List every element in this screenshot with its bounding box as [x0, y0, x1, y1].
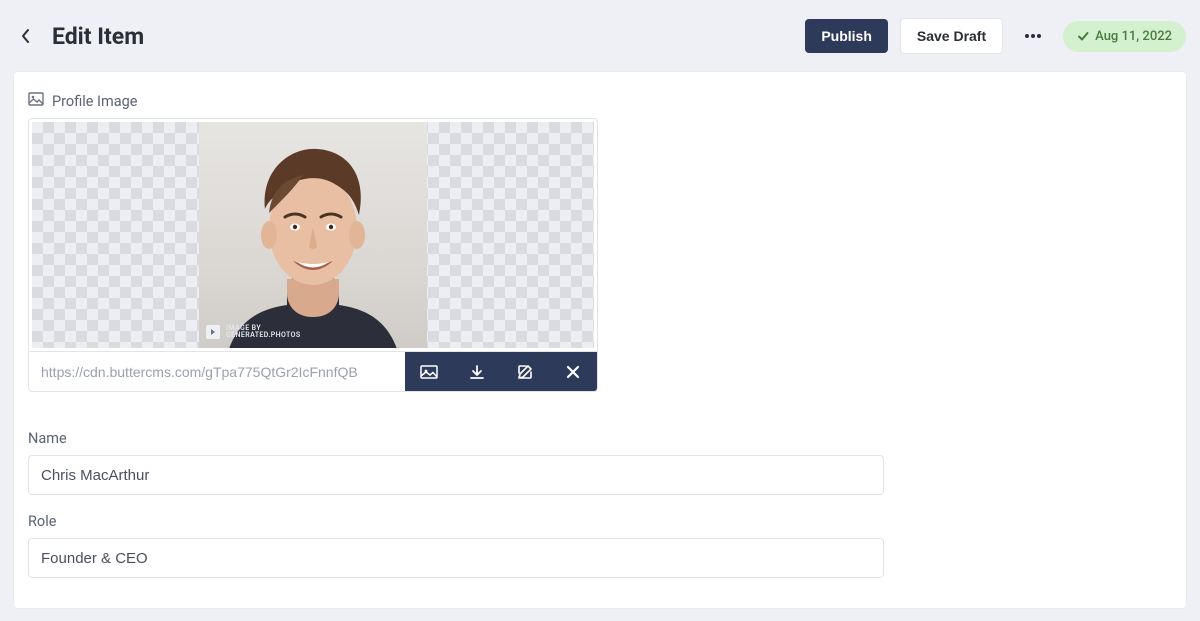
ellipsis-icon — [1024, 33, 1042, 39]
chevron-left-icon — [20, 28, 32, 44]
name-label: Name — [28, 430, 1172, 447]
image-actions — [405, 352, 597, 391]
page-title: Edit Item — [52, 23, 144, 50]
download-image-button[interactable] — [453, 352, 501, 391]
image-widget: IMAGE BY GENERATED.PHOTOS — [28, 118, 598, 392]
page-header: Edit Item Publish Save Draft Aug 11, 202… — [0, 0, 1200, 72]
replace-image-button[interactable] — [405, 352, 453, 391]
name-label-text: Name — [28, 430, 67, 447]
status-badge: Aug 11, 2022 — [1063, 21, 1186, 52]
watermark-line2: GENERATED.PHOTOS — [226, 332, 301, 339]
close-icon — [566, 365, 580, 379]
back-button[interactable] — [14, 24, 38, 48]
header-right: Publish Save Draft Aug 11, 2022 — [805, 18, 1186, 54]
edit-icon — [517, 364, 533, 380]
check-icon — [1077, 30, 1089, 42]
role-label-text: Role — [28, 513, 56, 530]
more-actions-button[interactable] — [1015, 18, 1051, 54]
profile-image-label-text: Profile Image — [52, 93, 137, 110]
publish-button[interactable]: Publish — [805, 19, 888, 53]
header-left: Edit Item — [14, 23, 144, 50]
save-draft-button[interactable]: Save Draft — [900, 18, 1003, 54]
profile-image-label: Profile Image — [28, 92, 1172, 110]
image-icon — [28, 92, 44, 110]
download-icon — [469, 364, 485, 380]
status-date: Aug 11, 2022 — [1095, 29, 1172, 44]
image-preview[interactable]: IMAGE BY GENERATED.PHOTOS — [29, 119, 597, 351]
profile-image-field: Profile Image — [28, 92, 1172, 392]
role-field: Role — [28, 513, 1172, 578]
image-url-row — [29, 351, 597, 391]
image-watermark: IMAGE BY GENERATED.PHOTOS — [206, 325, 301, 339]
role-label: Role — [28, 513, 1172, 530]
image-url-input[interactable] — [29, 352, 405, 391]
role-input[interactable] — [28, 538, 884, 578]
profile-photo — [199, 122, 427, 348]
content-panel: Profile Image — [14, 72, 1186, 608]
photo-icon — [420, 364, 438, 380]
name-input[interactable] — [28, 455, 884, 495]
watermark-badge-icon — [206, 325, 220, 339]
edit-image-button[interactable] — [501, 352, 549, 391]
name-field: Name — [28, 430, 1172, 495]
remove-image-button[interactable] — [549, 352, 597, 391]
